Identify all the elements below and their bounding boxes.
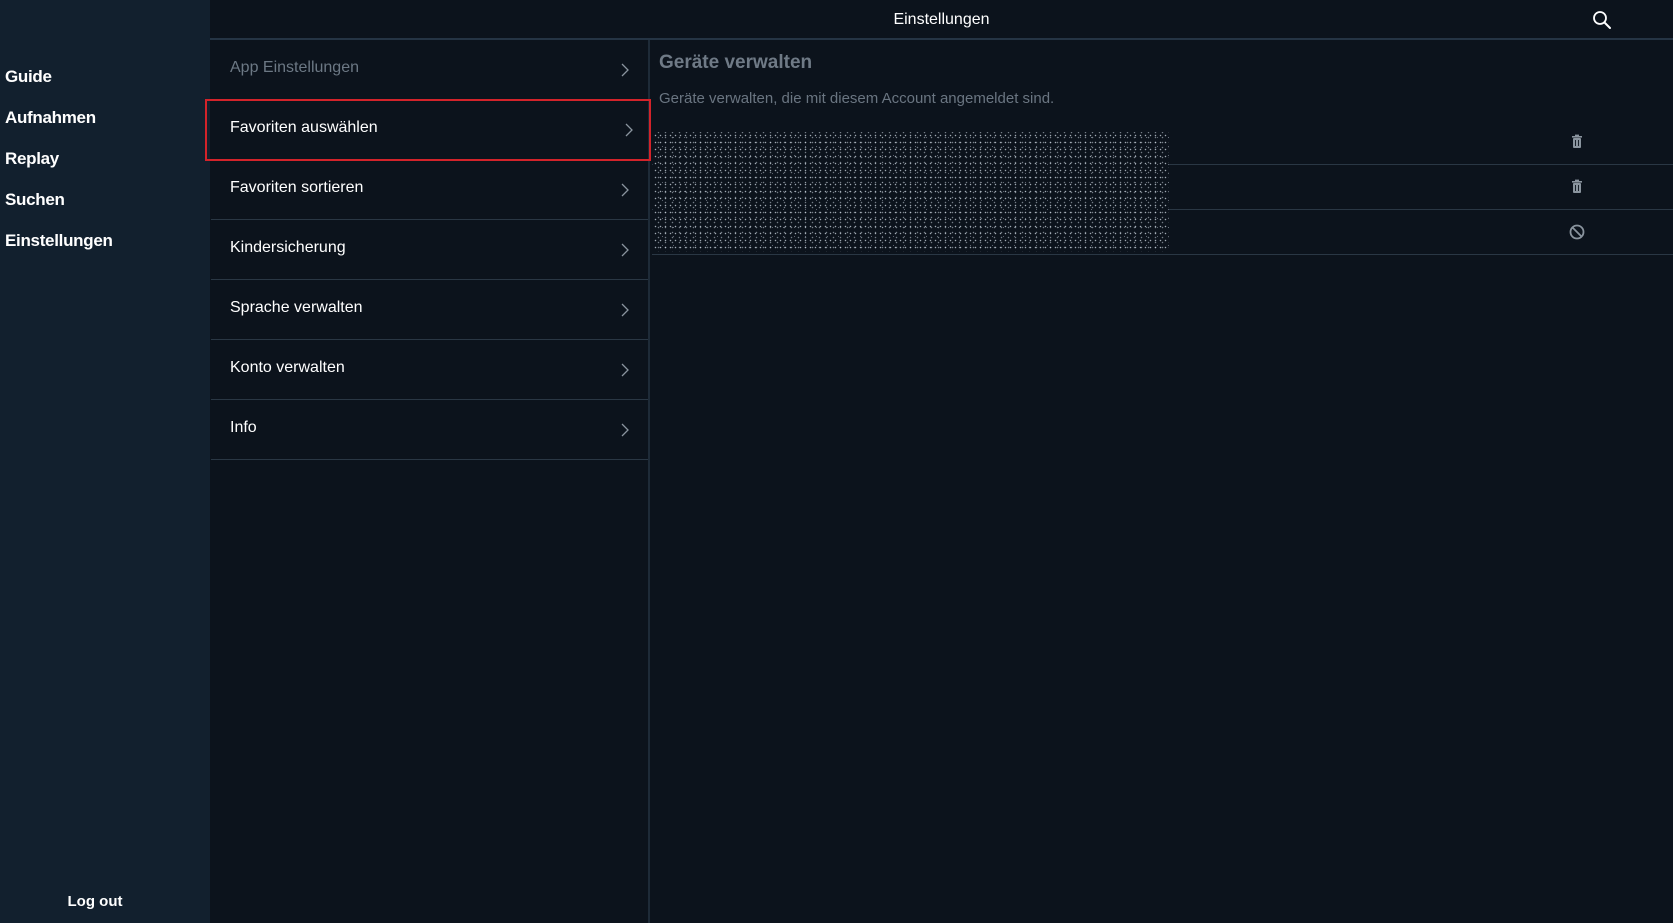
device-management-panel: Geräte verwalten Geräte verwalten, die m…	[652, 40, 1673, 923]
sidebar-item-einstellungen[interactable]: Einstellungen	[0, 226, 210, 267]
sidebar-item-aufnahmen[interactable]: Aufnahmen	[0, 103, 210, 144]
sidebar-item-suchen[interactable]: Suchen	[0, 185, 210, 226]
trash-icon[interactable]	[1568, 133, 1586, 151]
sidebar-item-replay[interactable]: Replay	[0, 144, 210, 185]
app: Guide Aufnahmen Replay Suchen Einstellun…	[0, 0, 1673, 923]
page-title: Einstellungen	[893, 11, 990, 28]
settings-menu: App Einstellungen Favoriten auswählen Fa…	[205, 40, 651, 923]
sidebar: Guide Aufnahmen Replay Suchen Einstellun…	[0, 0, 210, 923]
chevron-right-icon	[618, 182, 632, 198]
chevron-right-icon	[618, 362, 632, 378]
menu-item-info[interactable]: Info	[211, 400, 648, 460]
menu-item-label: Info	[230, 419, 257, 436]
menu-item-label: Kindersicherung	[230, 239, 346, 256]
menu-item-label: Konto verwalten	[230, 359, 345, 376]
section-title: Geräte verwalten	[659, 52, 813, 73]
menu-item-label: Favoriten auswählen	[230, 119, 378, 136]
logout-button[interactable]: Log out	[0, 893, 190, 910]
chevron-right-icon	[622, 122, 636, 138]
search-icon[interactable]	[1591, 9, 1613, 31]
menu-item-app-einstellungen[interactable]: App Einstellungen	[211, 40, 648, 100]
chevron-right-icon	[618, 422, 632, 438]
chevron-right-icon	[618, 62, 632, 78]
redacted-device-names	[653, 132, 1169, 252]
menu-item-label: App Einstellungen	[230, 59, 359, 76]
menu-item-kindersicherung[interactable]: Kindersicherung	[211, 220, 648, 280]
sidebar-item-guide[interactable]: Guide	[0, 62, 210, 103]
header: Einstellungen	[210, 0, 1673, 40]
menu-item-sprache-verwalten[interactable]: Sprache verwalten	[211, 280, 648, 340]
chevron-right-icon	[618, 242, 632, 258]
menu-item-favoriten-auswaehlen[interactable]: Favoriten auswählen	[205, 99, 651, 161]
sidebar-nav: Guide Aufnahmen Replay Suchen Einstellun…	[0, 62, 210, 267]
block-icon[interactable]	[1568, 223, 1586, 241]
menu-item-konto-verwalten[interactable]: Konto verwalten	[211, 340, 648, 400]
chevron-right-icon	[618, 302, 632, 318]
menu-item-label: Sprache verwalten	[230, 299, 363, 316]
menu-item-favoriten-sortieren[interactable]: Favoriten sortieren	[211, 160, 648, 220]
section-description: Geräte verwalten, die mit diesem Account…	[659, 90, 1055, 107]
menu-item-label: Favoriten sortieren	[230, 179, 364, 196]
trash-icon[interactable]	[1568, 178, 1586, 196]
